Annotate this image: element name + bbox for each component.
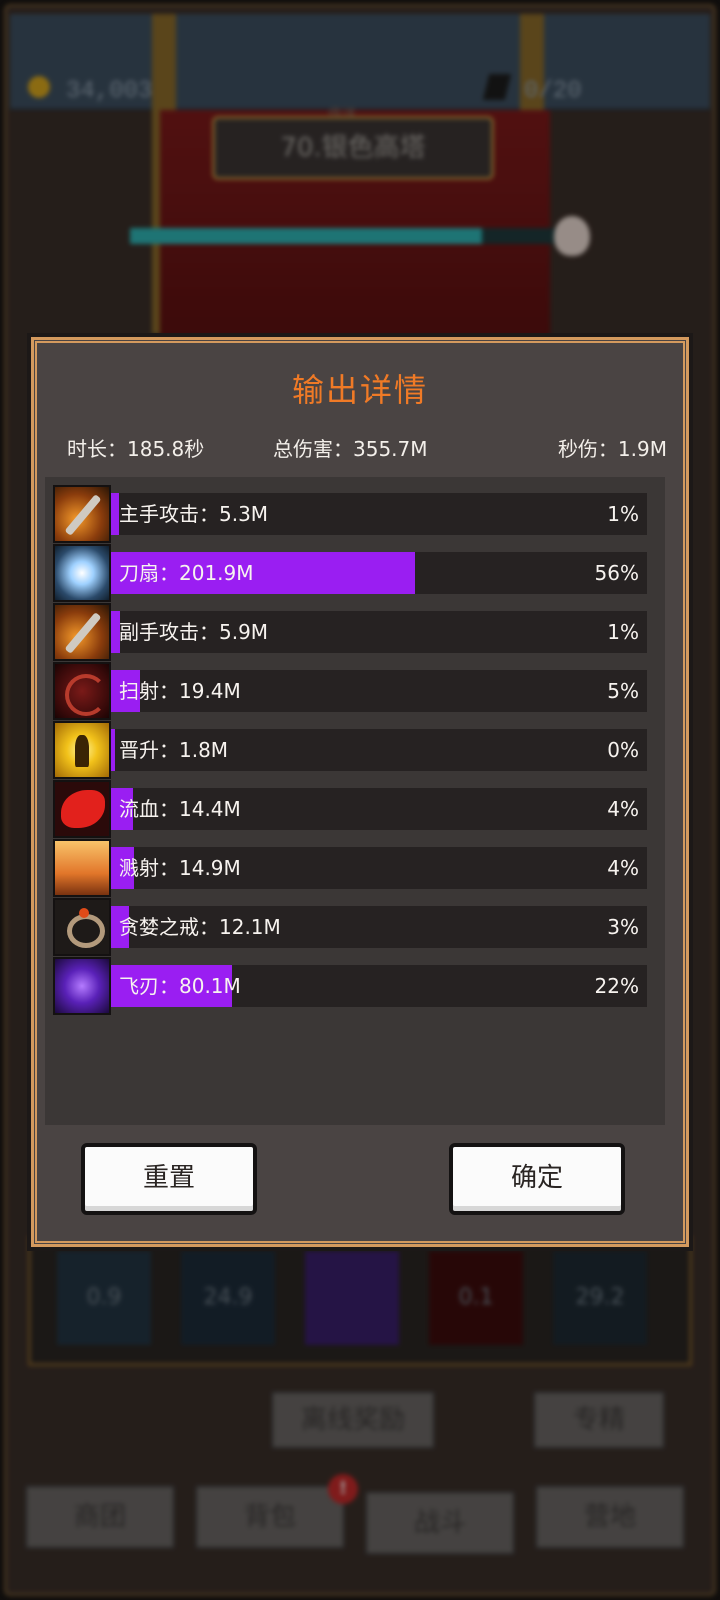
damage-row: 飞刃：80.1M 22% — [53, 957, 653, 1015]
total-damage-stat: 总伤害：355.7M — [273, 437, 428, 461]
ascend-icon — [53, 721, 111, 779]
damage-row: 扫射：19.4M 5% — [53, 662, 653, 720]
confirm-button[interactable]: 确定 — [449, 1143, 625, 1215]
damage-label: 副手攻击：5.9M — [119, 620, 269, 644]
damage-percent: 22% — [594, 974, 639, 998]
splash-icon — [53, 839, 111, 897]
damage-label: 贪婪之戒：12.1M — [119, 915, 281, 939]
damage-row: 流血：14.4M 4% — [53, 780, 653, 838]
bow-icon — [53, 662, 111, 720]
damage-label: 流血：14.4M — [119, 797, 241, 821]
damage-bar-fill — [111, 493, 119, 535]
sword-icon — [53, 485, 111, 543]
reset-button[interactable]: 重置 — [81, 1143, 257, 1215]
damage-details-dialog: 输出详情 时长：185.8秒 总伤害：355.7M 秒伤：1.9M 主手攻击：5… — [27, 333, 693, 1251]
bleed-icon — [53, 780, 111, 838]
duration-stat: 时长：185.8秒 — [67, 437, 205, 461]
dialog-title: 输出详情 — [291, 371, 428, 409]
damage-label: 溅射：14.9M — [119, 856, 241, 880]
damage-percent: 4% — [607, 856, 639, 880]
sword-icon — [53, 603, 111, 661]
damage-row: 刀扇：201.9M 56% — [53, 544, 653, 602]
damage-percent: 0% — [607, 738, 639, 762]
damage-percent: 1% — [607, 502, 639, 526]
damage-label: 刀扇：201.9M — [119, 561, 254, 585]
damage-percent: 3% — [607, 915, 639, 939]
stats-summary: 时长：185.8秒 总伤害：355.7M 秒伤：1.9M — [67, 433, 667, 463]
blade-fan-icon — [53, 544, 111, 602]
ring-icon — [53, 898, 111, 956]
damage-row: 贪婪之戒：12.1M 3% — [53, 898, 653, 956]
damage-row: 副手攻击：5.9M 1% — [53, 603, 653, 661]
damage-list: 主手攻击：5.3M 1% 刀扇：201.9M 56% 副手攻击：5.9M 1% 扫射：19.… — [45, 477, 665, 1125]
damage-label: 主手攻击：5.3M — [119, 502, 269, 526]
damage-percent: 4% — [607, 797, 639, 821]
damage-label: 晋升：1.8M — [119, 738, 229, 762]
damage-percent: 5% — [607, 679, 639, 703]
damage-label: 扫射：19.4M — [119, 679, 241, 703]
damage-row: 溅射：14.9M 4% — [53, 839, 653, 897]
damage-percent: 56% — [594, 561, 639, 585]
damage-row: 主手攻击：5.3M 1% — [53, 485, 653, 543]
damage-row: 晋升：1.8M 0% — [53, 721, 653, 779]
damage-percent: 1% — [607, 620, 639, 644]
dps-stat: 秒伤：1.9M — [557, 437, 667, 461]
flying-blade-icon — [53, 957, 111, 1015]
damage-bar-fill — [111, 729, 115, 771]
damage-label: 飞刃：80.1M — [119, 974, 241, 998]
